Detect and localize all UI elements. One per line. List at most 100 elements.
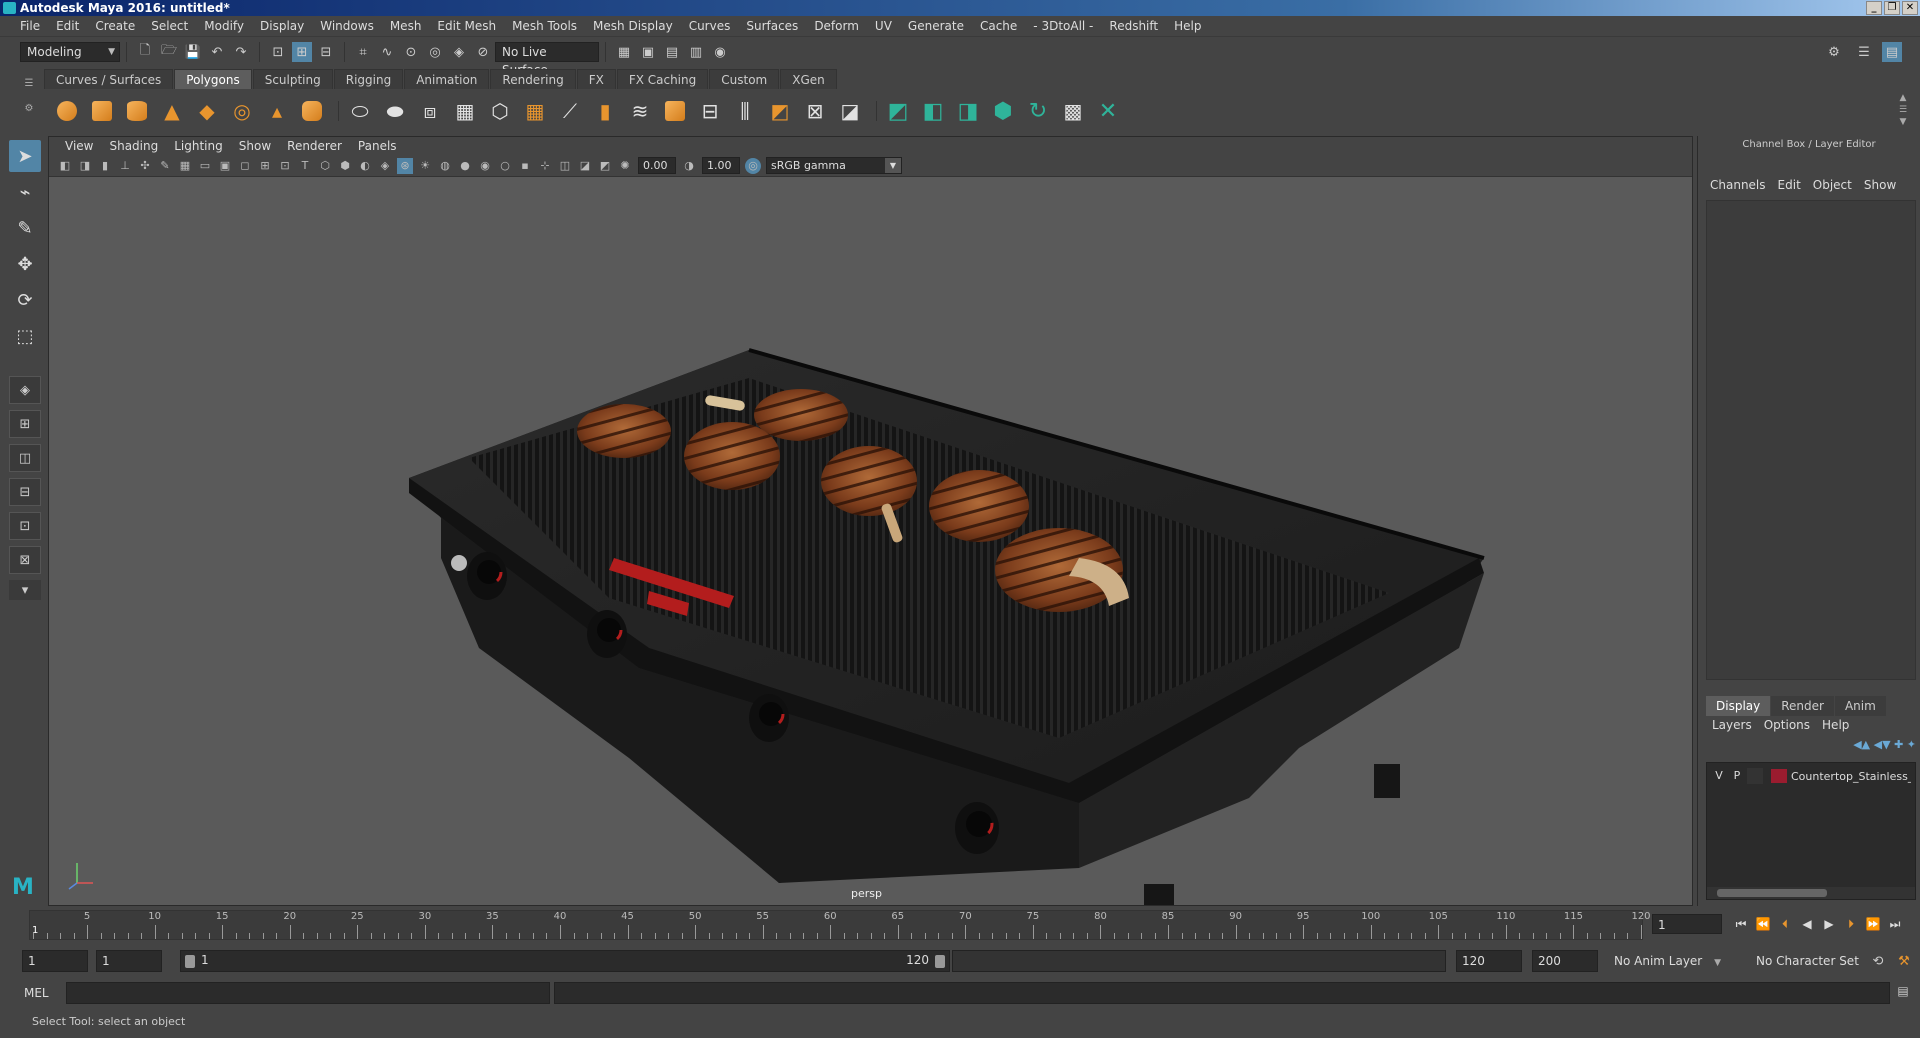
animation-end-field[interactable]: 200 [1532,950,1598,972]
bevel-icon[interactable]: ▮ [590,96,620,126]
render-current-icon[interactable]: ▣ [638,42,658,62]
channel-box-menu-show[interactable]: Show [1858,178,1902,192]
range-bar[interactable]: 1 120 [180,950,950,972]
new-scene-icon[interactable]: 🗋 [135,42,155,62]
hypershade-icon[interactable]: ◉ [710,42,730,62]
channel-box-menu-object[interactable]: Object [1807,178,1858,192]
paint-select-tool-icon[interactable]: ✎ [9,212,41,244]
menu-help[interactable]: Help [1166,19,1209,33]
range-start-handle[interactable] [185,955,195,968]
poly-pyramid-icon[interactable]: ▴ [262,96,292,126]
poly-torus-icon[interactable]: ◎ [227,96,257,126]
combine-icon[interactable]: ⬭ [345,96,375,126]
shelf-menu-icon[interactable]: ☰ [18,78,40,89]
shelf-tab-curves-surfaces[interactable]: Curves / Surfaces [44,69,174,89]
separate-icon[interactable]: ⬬ [380,96,410,126]
go-to-end-icon[interactable]: ⏭ [1884,914,1906,934]
redo-icon[interactable]: ↷ [231,42,251,62]
layer-display-type[interactable] [1747,768,1763,784]
charbroiler-model[interactable] [409,348,1485,905]
attribute-editor-icon[interactable]: ☰ [1854,42,1874,62]
shelf-tab-rendering[interactable]: Rendering [490,69,576,89]
scale-tool-icon[interactable]: ⬚ [9,320,41,352]
poly-cube-icon[interactable] [87,96,117,126]
viewport-menu-show[interactable]: Show [231,139,279,153]
step-back-key-icon[interactable]: ⏪ [1752,914,1774,934]
snap-view-icon[interactable]: ◎ [425,42,445,62]
xray-components-icon[interactable]: ◩ [597,158,613,174]
color-management-icon[interactable]: ◎ [745,157,761,174]
menu-display[interactable]: Display [252,19,312,33]
menu-set-dropdown[interactable]: Modeling ▼ [20,42,120,62]
animation-preferences-icon[interactable]: ⚒ [1894,951,1914,971]
film-gate-icon[interactable]: ▭ [197,158,213,174]
2d-pan-zoom-icon[interactable]: ✣ [137,158,153,174]
snap-surface-icon[interactable]: ◈ [449,42,469,62]
extrude-icon[interactable]: ⬡ [485,96,515,126]
uv-layout-icon[interactable]: ✕ [1093,96,1123,126]
render-settings-icon[interactable]: ▦ [614,42,634,62]
depth-of-field-icon[interactable]: ▪ [517,158,533,174]
move-layer-up-icon[interactable]: ◀▲ [1853,738,1870,751]
target-weld-icon[interactable]: ⊠ [800,96,830,126]
xray-joints-icon[interactable]: ◪ [577,158,593,174]
color-space-dropdown[interactable]: sRGB gamma ▼ [766,157,902,174]
play-backward-icon[interactable]: ◀ [1796,914,1818,934]
gate-mask-icon[interactable]: ◻ [237,158,253,174]
ambient-occlusion-icon[interactable]: ◍ [437,158,453,174]
new-layer-icon[interactable]: ✚ [1894,738,1903,751]
step-forward-key-icon[interactable]: ⏩ [1862,914,1884,934]
shelf-handle[interactable]: ☰ ⚙ [18,68,40,132]
undo-icon[interactable]: ↶ [207,42,227,62]
viewport-menu-panels[interactable]: Panels [350,139,405,153]
menu-file[interactable]: File [12,19,48,33]
layer-playback-toggle[interactable]: P [1729,768,1745,784]
restore-button[interactable]: ❐ [1884,1,1900,15]
menu-select[interactable]: Select [143,19,196,33]
menu-windows[interactable]: Windows [312,19,382,33]
channel-box-area[interactable] [1706,200,1916,680]
textured-icon[interactable]: ◈ [377,158,393,174]
menu-modify[interactable]: Modify [196,19,252,33]
gamma-icon[interactable]: ◑ [681,158,697,174]
shelf-tab-fx[interactable]: FX [576,69,616,89]
character-set-dropdown[interactable]: No Character Set [1750,950,1870,972]
menu-surfaces[interactable]: Surfaces [738,19,806,33]
outliner-persp-layout-icon[interactable]: ⊠ [9,546,41,574]
menu-create[interactable]: Create [87,19,143,33]
anim-layer-dropdown[interactable]: No Anim Layer ▼ [1608,950,1742,972]
viewport-menu-view[interactable]: View [57,139,101,153]
select-hierarchy-icon[interactable]: ⊡ [268,42,288,62]
channel-box-toggle-icon[interactable]: ▤ [1882,42,1902,62]
menu-redshift[interactable]: Redshift [1101,19,1166,33]
go-to-start-icon[interactable]: ⏮ [1730,914,1752,934]
smooth-icon[interactable]: ▦ [450,96,480,126]
uv-spherical-icon[interactable]: ◨ [953,96,983,126]
menu-3dtoall[interactable]: - 3DtoAll - [1025,19,1101,33]
append-icon[interactable]: ≋ [625,96,655,126]
auto-key-icon[interactable]: ⟲ [1868,951,1888,971]
merge-icon[interactable]: ◪ [835,96,865,126]
bridge-icon[interactable]: ▦ [520,96,550,126]
shelf-tab-animation[interactable]: Animation [404,69,490,89]
range-end-handle[interactable] [935,955,945,968]
use-all-lights-icon[interactable]: ⊛ [397,157,413,174]
persp-graph-layout-icon[interactable]: ⊟ [9,478,41,506]
safe-action-icon[interactable]: ⊡ [277,158,293,174]
layout-options-icon[interactable]: ▾ [9,580,41,600]
layer-row[interactable]: V P Countertop_Stainless_S [1707,767,1915,785]
field-chart-icon[interactable]: ⊞ [257,158,273,174]
select-object-icon[interactable]: ⊞ [292,42,312,62]
safe-title-icon[interactable]: T [297,158,313,174]
command-input[interactable] [66,982,550,1004]
shelf-settings-icon[interactable]: ⚙ [18,103,40,114]
shelf-scroll[interactable]: ▲ ☰ ▼ [1896,92,1910,130]
single-perspective-layout-icon[interactable]: ◈ [9,376,41,404]
menu-edit-mesh[interactable]: Edit Mesh [429,19,504,33]
edge-loop-icon[interactable]: ⊟ [695,96,725,126]
menu-mesh[interactable]: Mesh [382,19,430,33]
anti-aliasing-icon[interactable]: ○ [497,158,513,174]
smooth-shade-icon[interactable]: ⬢ [337,158,353,174]
snap-point-icon[interactable]: ⊙ [401,42,421,62]
persp-outliner-layout-icon[interactable]: ◫ [9,444,41,472]
